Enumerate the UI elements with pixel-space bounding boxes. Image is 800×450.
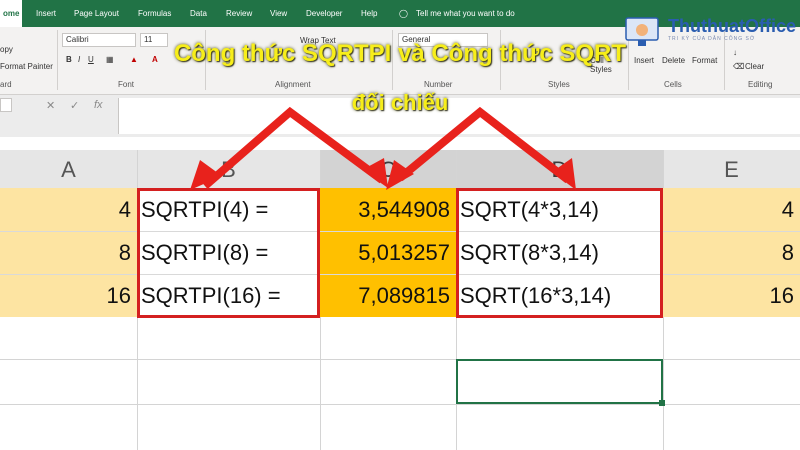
- right-arrow: [397, 106, 571, 184]
- brand-name: ThuthuatOffice: [668, 16, 796, 36]
- right-arrow-head-d: [552, 158, 576, 190]
- brand-tagline: TRI KỲ CỦA DÂN CÔNG SỞ: [668, 36, 756, 42]
- left-arrow: [202, 106, 385, 190]
- overlay-subtitle: đối chiếu: [351, 90, 449, 115]
- right-arrow-head-c: [386, 160, 414, 190]
